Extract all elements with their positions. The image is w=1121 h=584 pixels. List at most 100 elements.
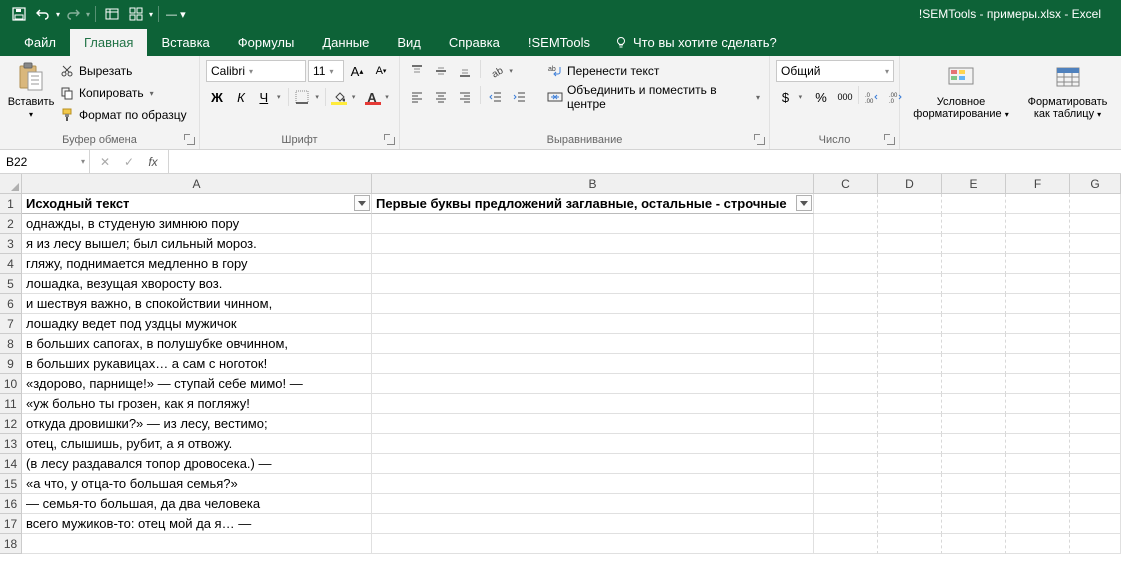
cell-C7[interactable] bbox=[814, 314, 878, 334]
cell-F10[interactable] bbox=[1006, 374, 1070, 394]
cell-C8[interactable] bbox=[814, 334, 878, 354]
cell-G17[interactable] bbox=[1070, 514, 1121, 534]
col-header-D[interactable]: D bbox=[878, 174, 942, 194]
row-header-14[interactable]: 14 bbox=[0, 454, 22, 474]
cell-E16[interactable] bbox=[942, 494, 1006, 514]
filter-button-B[interactable] bbox=[796, 195, 812, 211]
qat-custom2-icon[interactable] bbox=[125, 3, 147, 25]
fx-button[interactable]: fx bbox=[142, 152, 164, 172]
cell-G5[interactable] bbox=[1070, 274, 1121, 294]
cell-C9[interactable] bbox=[814, 354, 878, 374]
format-as-table-button[interactable]: Форматировать как таблицу ▾ bbox=[1020, 60, 1115, 122]
cell-G14[interactable] bbox=[1070, 454, 1121, 474]
qat-customize-icon[interactable]: — ▾ bbox=[166, 8, 186, 21]
cell-G11[interactable] bbox=[1070, 394, 1121, 414]
bold-button[interactable]: Ж bbox=[206, 86, 228, 108]
cell-F12[interactable] bbox=[1006, 414, 1070, 434]
qat-save-icon[interactable] bbox=[8, 3, 30, 25]
row-header-12[interactable]: 12 bbox=[0, 414, 22, 434]
row-header-9[interactable]: 9 bbox=[0, 354, 22, 374]
italic-button[interactable]: К bbox=[230, 86, 252, 108]
increase-decimal-button[interactable]: .0.00 bbox=[861, 86, 883, 108]
row-header-2[interactable]: 2 bbox=[0, 214, 22, 234]
row-header-3[interactable]: 3 bbox=[0, 234, 22, 254]
cell-C16[interactable] bbox=[814, 494, 878, 514]
cell-C12[interactable] bbox=[814, 414, 878, 434]
cell-B10[interactable] bbox=[372, 374, 814, 394]
cell-C5[interactable] bbox=[814, 274, 878, 294]
qat-undo-icon[interactable] bbox=[32, 3, 54, 25]
cell-E14[interactable] bbox=[942, 454, 1006, 474]
cell-A15[interactable]: «а что, у отца-то большая семья?» bbox=[22, 474, 372, 494]
col-header-B[interactable]: B bbox=[372, 174, 814, 194]
row-header-5[interactable]: 5 bbox=[0, 274, 22, 294]
number-launcher-icon[interactable] bbox=[884, 134, 896, 146]
cell-F16[interactable] bbox=[1006, 494, 1070, 514]
col-header-C[interactable]: C bbox=[814, 174, 878, 194]
cell-E1[interactable] bbox=[942, 194, 1006, 214]
cell-G4[interactable] bbox=[1070, 254, 1121, 274]
cell-C4[interactable] bbox=[814, 254, 878, 274]
cell-F3[interactable] bbox=[1006, 234, 1070, 254]
row-header-1[interactable]: 1 bbox=[0, 194, 22, 214]
cell-G3[interactable] bbox=[1070, 234, 1121, 254]
comma-button[interactable]: 000 bbox=[834, 86, 856, 108]
cell-C6[interactable] bbox=[814, 294, 878, 314]
increase-font-button[interactable]: A▴ bbox=[346, 60, 368, 82]
cell-E12[interactable] bbox=[942, 414, 1006, 434]
cell-B13[interactable] bbox=[372, 434, 814, 454]
cell-D9[interactable] bbox=[878, 354, 942, 374]
font-name-combo[interactable]: Calibri▾ bbox=[206, 60, 306, 82]
cell-D11[interactable] bbox=[878, 394, 942, 414]
align-bottom-button[interactable] bbox=[454, 60, 476, 82]
cell-C18[interactable] bbox=[814, 534, 878, 554]
cell-F1[interactable] bbox=[1006, 194, 1070, 214]
row-header-4[interactable]: 4 bbox=[0, 254, 22, 274]
cell-F14[interactable] bbox=[1006, 454, 1070, 474]
align-right-button[interactable] bbox=[454, 86, 476, 108]
cell-F8[interactable] bbox=[1006, 334, 1070, 354]
row-header-11[interactable]: 11 bbox=[0, 394, 22, 414]
cell-D4[interactable] bbox=[878, 254, 942, 274]
row-header-17[interactable]: 17 bbox=[0, 514, 22, 534]
cell-B17[interactable] bbox=[372, 514, 814, 534]
cell-F7[interactable] bbox=[1006, 314, 1070, 334]
cell-A2[interactable]: однажды, в студеную зимнюю пору bbox=[22, 214, 372, 234]
cell-D2[interactable] bbox=[878, 214, 942, 234]
conditional-formatting-button[interactable]: Условное форматирование ▾ bbox=[906, 60, 1016, 122]
font-color-button[interactable]: A▾ bbox=[362, 86, 394, 108]
cell-F13[interactable] bbox=[1006, 434, 1070, 454]
font-launcher-icon[interactable] bbox=[384, 134, 396, 146]
tab-file[interactable]: Файл bbox=[10, 29, 70, 56]
cell-D14[interactable] bbox=[878, 454, 942, 474]
cell-A17[interactable]: всего мужиков-то: отец мой да я… — bbox=[22, 514, 372, 534]
cell-G1[interactable] bbox=[1070, 194, 1121, 214]
cell-C14[interactable] bbox=[814, 454, 878, 474]
cancel-icon[interactable]: ✕ bbox=[94, 152, 116, 172]
cell-A10[interactable]: «здорово, парнище!» — ступай себе мимо! … bbox=[22, 374, 372, 394]
cell-B2[interactable] bbox=[372, 214, 814, 234]
tab-data[interactable]: Данные bbox=[308, 29, 383, 56]
qat-dropdown-icon[interactable]: ▾ bbox=[149, 10, 153, 19]
cell-C3[interactable] bbox=[814, 234, 878, 254]
wrap-text-button[interactable]: ab Перенести текст bbox=[544, 60, 763, 82]
col-header-A[interactable]: A bbox=[22, 174, 372, 194]
cell-A18[interactable] bbox=[22, 534, 372, 554]
formula-input[interactable] bbox=[169, 150, 1121, 173]
cell-F18[interactable] bbox=[1006, 534, 1070, 554]
tab-semtools[interactable]: !SEMTools bbox=[514, 29, 604, 56]
cell-A6[interactable]: и шествуя важно, в спокойствии чинном, bbox=[22, 294, 372, 314]
cell-F4[interactable] bbox=[1006, 254, 1070, 274]
cell-E8[interactable] bbox=[942, 334, 1006, 354]
enter-icon[interactable]: ✓ bbox=[118, 152, 140, 172]
orientation-button[interactable]: ab▾ bbox=[485, 60, 517, 82]
tab-home[interactable]: Главная bbox=[70, 29, 147, 56]
row-header-16[interactable]: 16 bbox=[0, 494, 22, 514]
cell-B1[interactable]: Первые буквы предложений заглавные, оста… bbox=[372, 194, 814, 214]
cell-A5[interactable]: лошадка, везущая хворосту воз. bbox=[22, 274, 372, 294]
cell-D8[interactable] bbox=[878, 334, 942, 354]
cell-G13[interactable] bbox=[1070, 434, 1121, 454]
align-middle-button[interactable] bbox=[430, 60, 452, 82]
cell-C17[interactable] bbox=[814, 514, 878, 534]
cell-D16[interactable] bbox=[878, 494, 942, 514]
